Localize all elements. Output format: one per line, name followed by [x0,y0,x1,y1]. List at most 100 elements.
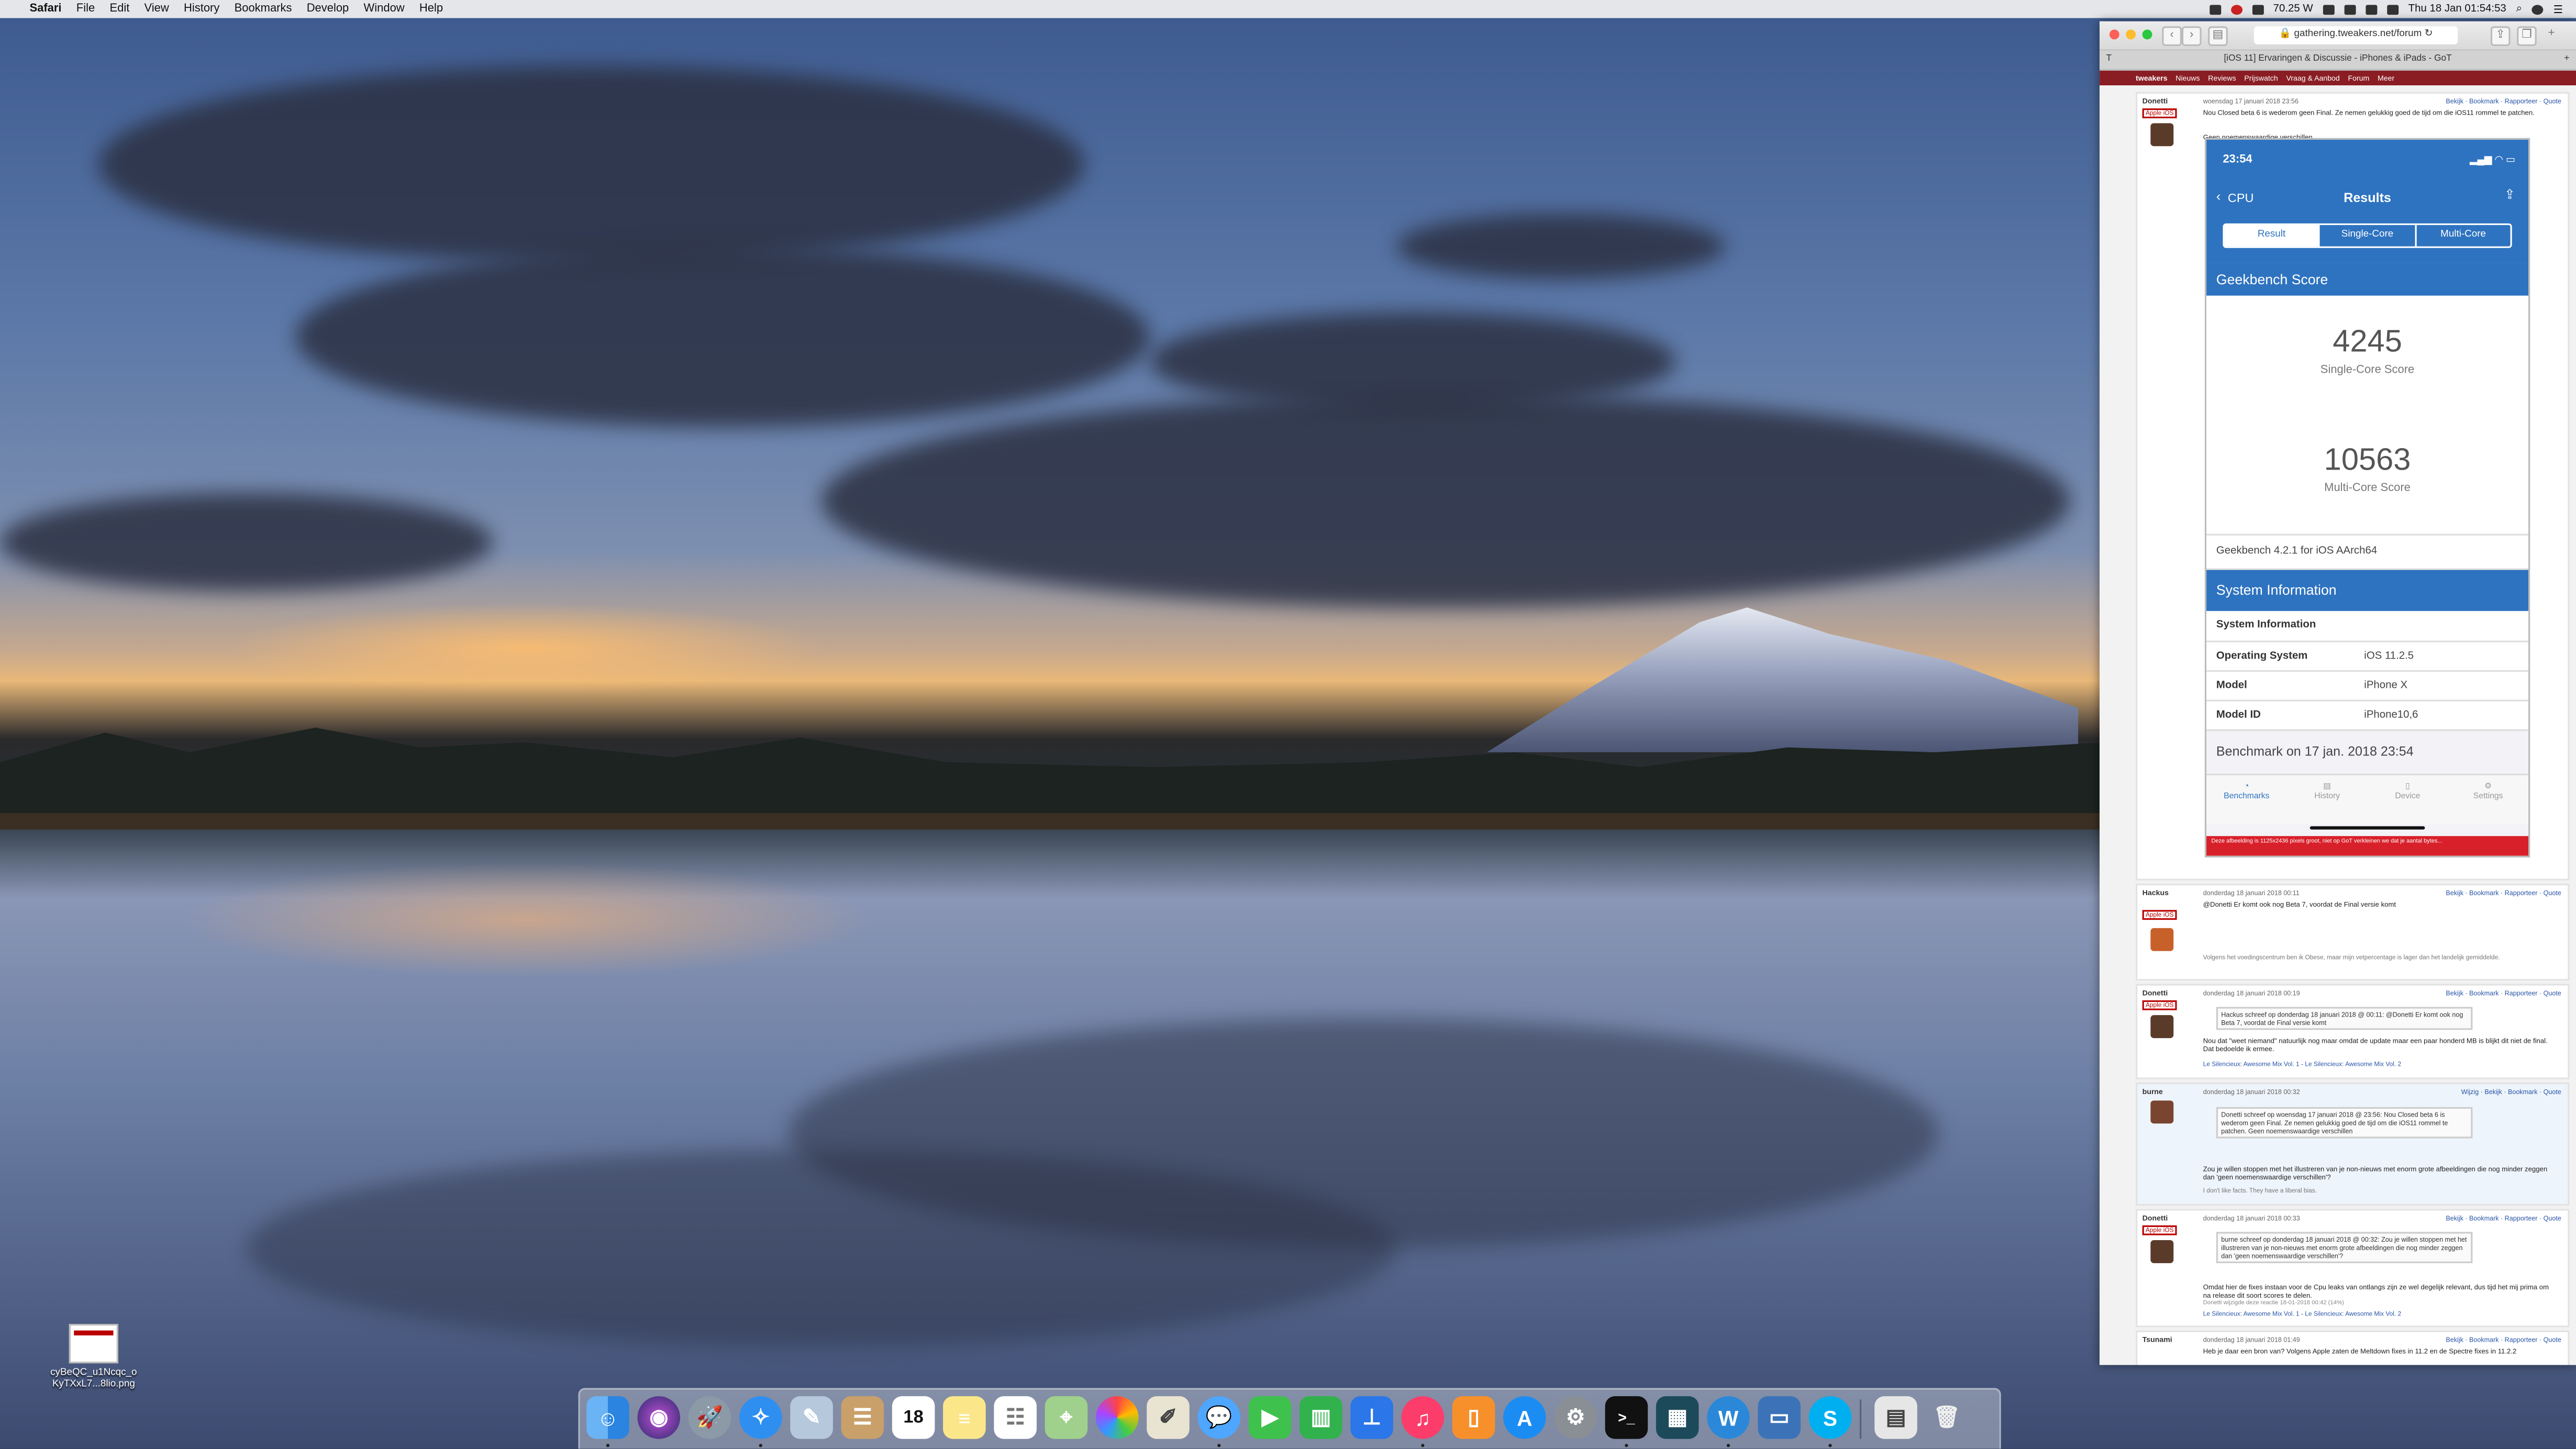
menu-edit[interactable]: Edit [109,3,129,15]
post-author[interactable]: Donetti [2142,97,2168,105]
site-nav-pricewatch[interactable]: Prijswatch [2244,74,2278,82]
power-readout[interactable]: 70.25 W [2273,3,2313,15]
downloads-icon[interactable]: ▤ [1874,1396,1917,1439]
site-nav-reviews[interactable]: Reviews [2208,74,2236,82]
forward-button[interactable]: › [2181,26,2202,46]
launchpad-icon[interactable]: 🚀 [688,1396,731,1439]
user-icon[interactable] [2531,4,2544,14]
site-nav-more[interactable]: Meer [2378,74,2394,82]
post-author[interactable]: Donetti [2142,989,2168,997]
new-tab-icon[interactable]: + [2564,51,2569,69]
siri-icon[interactable]: ◉ [637,1396,681,1439]
tab-settings[interactable]: ⚙ Settings [2448,775,2528,824]
segment-result[interactable]: Result [2224,225,2319,247]
post-badge: Apple iOS [2142,1225,2177,1235]
menu-view[interactable]: View [145,3,169,15]
share-icon[interactable]: ⇪ [2504,187,2515,202]
post-author[interactable]: Tsunami [2142,1335,2172,1344]
add-tab-icon[interactable]: + [2543,26,2559,42]
menu-history[interactable]: History [184,3,219,15]
istat-icon[interactable] [2251,4,2263,14]
desktop-file[interactable]: cyBeQC_u1Ncqc_o KyTXxL7...8lio.png [46,1324,141,1391]
wifi-icon[interactable] [2366,4,2378,14]
reminders-icon[interactable]: ☷ [994,1396,1037,1439]
tab-title[interactable]: [iOS 11] Ervaringen & Discussie - iPhone… [2224,54,2452,64]
tab-history[interactable]: ▤ History [2287,775,2368,824]
post-signature[interactable]: Le Silencieux: Awesome Mix Vol. 1 - Le S… [2203,1061,2401,1068]
display-icon[interactable] [2323,4,2335,14]
screen-sharing-icon[interactable]: ▭ [1758,1396,1801,1439]
spotlight-icon[interactable]: ⌕ [2516,3,2522,16]
bluetooth-icon[interactable] [2344,4,2356,14]
site-nav-market[interactable]: Vraag & Aanbod [2286,74,2339,82]
photos-icon[interactable] [1095,1396,1139,1439]
finder-icon[interactable]: ☺ [586,1396,629,1439]
post-actions[interactable]: Bekijk · Bookmark · Rapporteer · Quote [2446,1214,2561,1222]
messages-icon[interactable]: 💬 [1197,1396,1241,1439]
keynote-icon[interactable]: ⊥ [1350,1396,1393,1439]
post-author[interactable]: burne [2142,1087,2163,1096]
post-actions[interactable]: Bekijk · Bookmark · Rapporteer · Quote [2446,1335,2561,1344]
site-nav-news[interactable]: Nieuws [2175,74,2200,82]
avatar[interactable] [2150,1015,2174,1039]
avatar[interactable] [2150,1100,2174,1124]
site-nav-forum[interactable]: Forum [2348,74,2370,82]
trash-icon[interactable]: 🗑 [1926,1396,1969,1439]
notes-icon[interactable]: ≡ [943,1396,986,1439]
safari-icon[interactable]: ✧ [739,1396,782,1439]
reload-icon[interactable]: ↻ [2425,29,2433,39]
preview-icon[interactable]: ✎ [790,1396,833,1439]
menu-bookmarks[interactable]: Bookmarks [235,3,292,15]
tabs-overview-icon[interactable]: ❐ [2517,26,2537,46]
menu-file[interactable]: File [76,3,95,15]
address-bar[interactable]: 🔒 gathering.tweakers.net/forum ↻ [2254,26,2458,44]
signal-battery-icon: ▂▄▆ ◠ ▭ [2469,156,2515,166]
tab-benchmarks[interactable]: ◔ Benchmarks [2206,775,2287,824]
textedit-icon[interactable]: ✐ [1147,1396,1190,1439]
share-icon[interactable]: ⇪ [2490,26,2511,46]
calendar-icon[interactable]: 18 [892,1396,935,1439]
maps-icon[interactable]: ⌖ [1045,1396,1088,1439]
numbers-icon[interactable]: ▥ [1299,1396,1342,1439]
record-icon[interactable] [2230,4,2242,14]
post-date: donderdag 18 januari 2018 00:19 [2203,988,2300,997]
segment-single-core[interactable]: Single-Core [2318,225,2414,247]
facetime-icon[interactable]: ▶ [1248,1396,1292,1439]
menu-window[interactable]: Window [364,3,405,15]
system-preferences-icon[interactable]: ⚙ [1554,1396,1597,1439]
post-author[interactable]: Donetti [2142,1214,2168,1222]
tab-device[interactable]: ▯ Device [2368,775,2448,824]
appstore-icon[interactable]: A [1503,1396,1546,1439]
itunes-icon[interactable]: ♫ [1401,1396,1445,1439]
avatar[interactable] [2150,928,2174,951]
volume-icon[interactable] [2386,4,2399,14]
terminal-icon[interactable]: >_ [1605,1396,1648,1439]
menu-app-name[interactable]: Safari [29,3,61,15]
contacts-icon[interactable]: ☰ [841,1396,884,1439]
menu-help[interactable]: Help [419,3,443,15]
close-button[interactable] [2109,29,2119,40]
menu-develop[interactable]: Develop [307,3,349,15]
wunderlist-icon[interactable]: W [1707,1396,1750,1439]
activity-monitor-icon[interactable]: ▦ [1656,1396,1699,1439]
segment-multi-core[interactable]: Multi-Core [2414,225,2510,247]
post-author[interactable]: Hackus [2142,889,2169,897]
zoom-button[interactable] [2142,29,2152,40]
notification-center-icon[interactable]: ☰ [2553,3,2563,16]
minimize-button[interactable] [2126,29,2136,40]
post-actions[interactable]: Bekijk · Bookmark · Rapporteer · Quote [2446,97,2561,105]
ibooks-icon[interactable]: ▯ [1452,1396,1495,1439]
avatar[interactable] [2150,123,2174,147]
dropbox-icon[interactable] [2209,4,2221,14]
clock[interactable]: Thu 18 Jan 01:54:53 [2408,3,2506,15]
skype-icon[interactable]: S [1808,1396,1852,1439]
sidebar-icon[interactable]: ▤ [2208,26,2228,46]
tab-pin-icon[interactable]: T [2106,51,2112,69]
back-button[interactable]: ‹ [2162,26,2182,46]
post-signature[interactable]: Le Silencieux: Awesome Mix Vol. 1 - Le S… [2203,1311,2401,1318]
post-actions[interactable]: Bekijk · Bookmark · Rapporteer · Quote [2446,889,2561,897]
site-logo[interactable]: tweakers [2136,74,2167,82]
avatar[interactable] [2150,1240,2174,1263]
post-actions[interactable]: Wijzig · Bekijk · Bookmark · Quote [2461,1087,2561,1096]
post-actions[interactable]: Bekijk · Bookmark · Rapporteer · Quote [2446,989,2561,997]
